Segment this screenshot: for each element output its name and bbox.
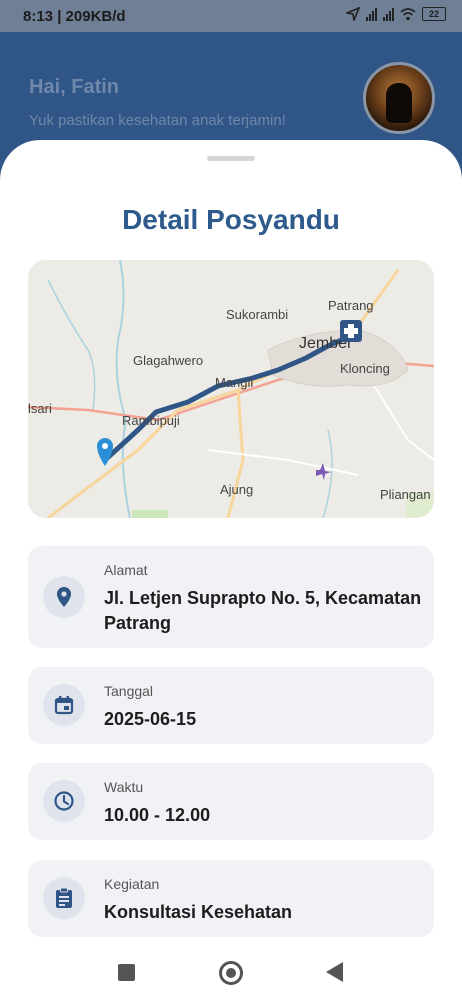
recent-apps-button[interactable]: [118, 964, 135, 981]
date-value: 2025-06-15: [104, 709, 197, 729]
system-nav-bar: [0, 944, 462, 1000]
bottom-sheet: Detail Posyandu Patrang Sukorambi Jember: [0, 140, 462, 1000]
activity-label: Kegiatan: [104, 876, 160, 892]
location-arrow-icon: [346, 7, 360, 21]
address-card: Alamat Jl. Letjen Suprapto No. 5, Kecama…: [28, 546, 434, 648]
activity-card: Kegiatan Konsultasi Kesehatan: [28, 860, 434, 937]
back-button[interactable]: [326, 962, 343, 982]
map-label-lsari: lsari: [28, 401, 52, 416]
time-label: Waktu: [104, 779, 144, 795]
map-label-patrang: Patrang: [328, 298, 374, 313]
page-title: Detail Posyandu: [122, 204, 340, 235]
address-label: Alamat: [104, 562, 148, 578]
map-label-ajung: Ajung: [220, 482, 253, 497]
battery-icon: 22: [422, 7, 446, 21]
map-label-rambipuji: Rambipuji: [122, 413, 180, 428]
status-icons: 22: [346, 7, 446, 21]
avatar-silhouette: [386, 83, 412, 123]
map-label-kloncing: Kloncing: [340, 361, 390, 376]
signal-icon: [366, 7, 377, 21]
map-label-mangli: Mangli: [215, 375, 253, 390]
avatar[interactable]: [363, 62, 435, 134]
location-pin-icon: [43, 576, 85, 618]
activity-value: Konsultasi Kesehatan: [104, 902, 293, 922]
address-value: Jl. Letjen Suprapto No. 5, Kecamatan Pat…: [104, 588, 422, 633]
hospital-marker-icon[interactable]: [340, 320, 362, 342]
map-label-sukorambi: Sukorambi: [226, 307, 288, 322]
map-label-glagahwero: Glagahwero: [133, 353, 203, 368]
date-label: Tanggal: [104, 683, 154, 699]
home-button[interactable]: [219, 961, 243, 985]
clipboard-icon: [43, 877, 85, 919]
signal-icon-2: [383, 7, 394, 21]
status-time: 8:13 | 209KB/d: [23, 8, 126, 25]
date-card: Tanggal 2025-06-15: [28, 667, 434, 744]
time-card: Waktu 10.00 - 12.00: [28, 763, 434, 840]
wifi-icon: [400, 7, 416, 20]
status-bar: 8:13 | 209KB/d 22: [0, 0, 462, 32]
map-canvas: Patrang Sukorambi Jember Glagahwero Klon…: [28, 260, 434, 518]
route-map[interactable]: Patrang Sukorambi Jember Glagahwero Klon…: [28, 260, 434, 518]
map-label-pliangan: Pliangan: [380, 487, 431, 502]
time-value: 10.00 - 12.00: [104, 805, 211, 825]
drag-handle[interactable]: [207, 156, 255, 161]
greeting-subtitle: Yuk pastikan kesehatan anak terjamin!: [29, 112, 286, 129]
clock-icon: [43, 780, 85, 822]
calendar-icon: [43, 684, 85, 726]
greeting-text: Hai, Fatin: [29, 76, 120, 98]
